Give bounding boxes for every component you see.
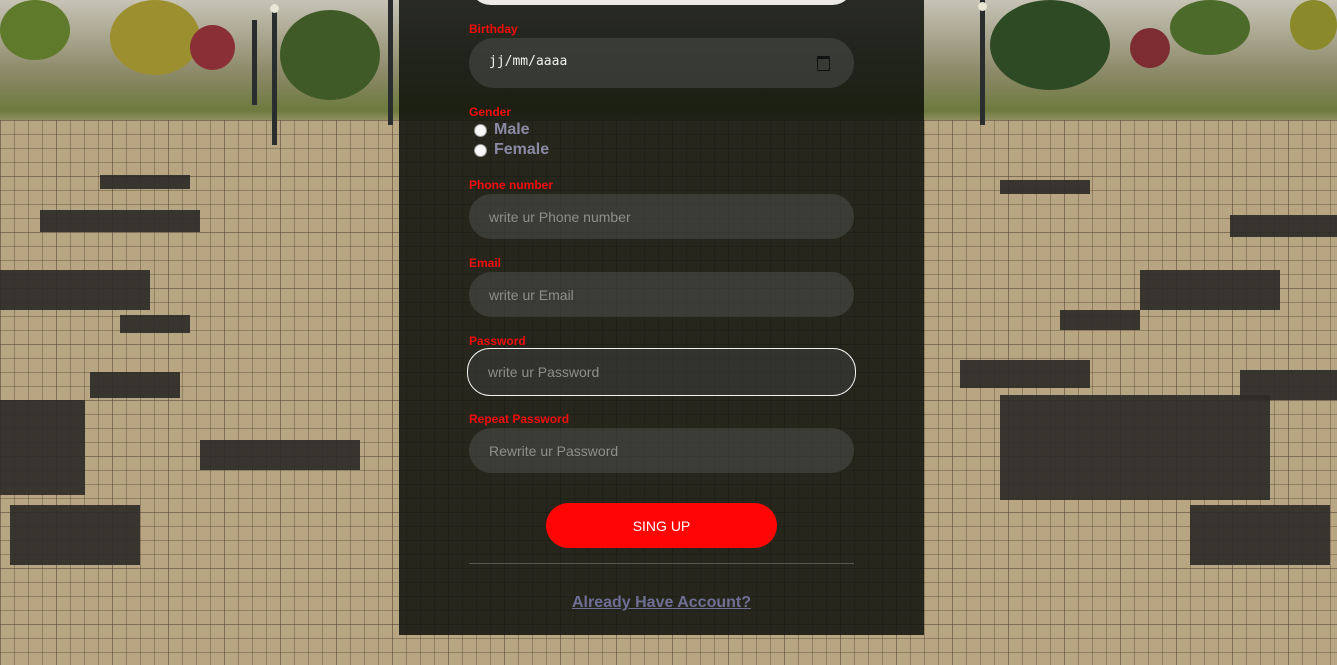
- gender-option-male[interactable]: Male: [474, 120, 530, 140]
- gender-option-female[interactable]: Female: [474, 140, 549, 160]
- radio-label-male: Male: [494, 121, 530, 138]
- calendar-icon[interactable]: [817, 56, 830, 71]
- radio-label-female: Female: [494, 141, 550, 158]
- password-input[interactable]: [467, 348, 856, 396]
- gender-label: Gender: [469, 105, 512, 119]
- birthday-value: jj/mm/aaaa: [489, 54, 568, 69]
- radio-female[interactable]: [474, 143, 487, 157]
- birthday-input[interactable]: jj/mm/aaaa: [469, 38, 854, 88]
- email-label: Email: [469, 256, 502, 270]
- password-label: Password: [469, 334, 526, 348]
- phone-label: Phone number: [469, 178, 554, 192]
- email-input[interactable]: [469, 272, 854, 317]
- login-link[interactable]: Already Have Account?: [399, 594, 924, 612]
- signup-panel: Birthday jj/mm/aaaa Gender Male Female P…: [399, 0, 924, 635]
- radio-male[interactable]: [474, 123, 487, 137]
- repeat-password-input[interactable]: [469, 428, 854, 473]
- divider: [469, 563, 854, 564]
- phone-input[interactable]: [469, 194, 854, 239]
- signup-button[interactable]: SING UP: [546, 503, 777, 548]
- top-field-edge[interactable]: [469, 0, 854, 5]
- birthday-label: Birthday: [469, 22, 518, 36]
- repeat-password-label: Repeat Password: [469, 412, 570, 426]
